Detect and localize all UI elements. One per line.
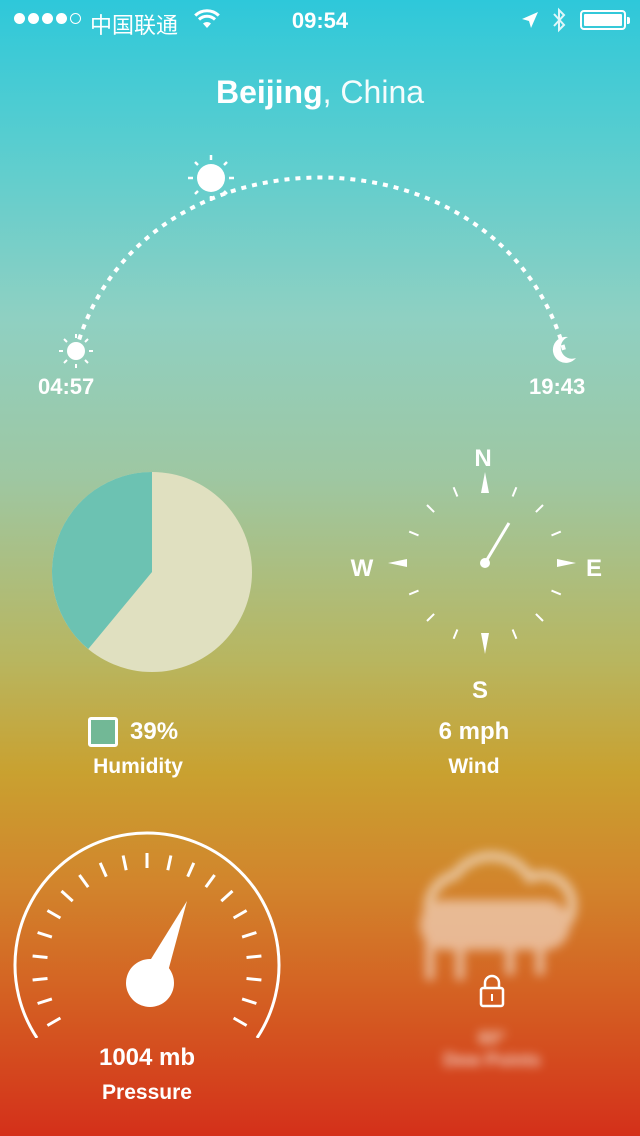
compass-tick — [551, 589, 562, 596]
wind-value: 6 mph — [438, 718, 510, 745]
pressure-label: Pressure — [102, 1081, 192, 1104]
compass-tick — [452, 486, 459, 497]
compass-dial — [388, 472, 576, 654]
gauge-tick — [37, 997, 53, 1005]
humidity-label: Humidity — [93, 755, 183, 778]
dew-point-value: 60° — [478, 1028, 506, 1048]
sun-icon — [188, 155, 234, 201]
wind-label: Wind — [448, 755, 500, 778]
compass-west-marker — [388, 559, 407, 567]
lock-icon — [479, 974, 505, 1008]
wind-direction-needle — [483, 522, 511, 564]
gauge-tick — [232, 909, 248, 920]
gauge-tick — [246, 977, 262, 982]
location-separator: , — [322, 74, 341, 110]
pressure-gauge — [13, 831, 281, 1038]
gauge-tick — [204, 874, 216, 888]
gauge-tick — [241, 931, 257, 939]
compass-label-w: W — [351, 555, 374, 582]
gauge-tick — [232, 1016, 248, 1027]
compass-tick — [535, 504, 544, 513]
battery-icon — [580, 10, 630, 30]
compass-tick — [551, 530, 562, 537]
compass-tick — [511, 486, 518, 497]
gauge-tick — [32, 954, 48, 959]
city-name: Beijing — [215, 74, 323, 110]
cloud-rain-icon — [420, 851, 578, 980]
sun-path-line — [74, 175, 566, 351]
gauge-tick — [46, 909, 62, 920]
compass-center — [480, 558, 490, 568]
gauge-tick — [46, 1016, 62, 1027]
gauge-tick — [121, 855, 128, 871]
gauge-tick — [32, 977, 48, 982]
gauge-tick — [241, 997, 257, 1005]
bluetooth-icon — [552, 7, 566, 39]
sun-arc — [59, 155, 576, 368]
compass-tick — [452, 629, 459, 640]
humidity-pie-chart — [52, 472, 252, 672]
gauge-tick — [166, 855, 173, 871]
humidity-legend-swatch — [88, 717, 118, 747]
sunset-time: 19:43 — [529, 374, 586, 399]
gauge-tick — [78, 874, 90, 888]
gauge-tick — [60, 889, 74, 903]
compass-tick — [535, 613, 544, 622]
compass-tick — [426, 504, 435, 513]
sunrise-time: 04:57 — [38, 374, 95, 399]
gauge-tick — [186, 862, 196, 878]
compass-north-marker — [481, 472, 489, 493]
gauge-tick — [37, 931, 53, 939]
gauge-tick — [246, 954, 262, 959]
dew-point-label: Dew Points — [443, 1050, 541, 1070]
compass-label-n: N — [474, 445, 491, 472]
country-name: China — [340, 74, 425, 110]
gauge-hub — [126, 959, 174, 1007]
status-time: 09:54 — [291, 8, 349, 33]
gauge-tick — [220, 889, 234, 903]
compass-tick — [408, 530, 419, 537]
compass-tick — [511, 629, 518, 640]
gauge-tick — [98, 862, 108, 878]
compass-label-s: S — [472, 677, 488, 704]
status-bar: 中国联通 09:54 — [0, 0, 640, 40]
compass-tick — [408, 589, 419, 596]
sunrise-icon — [59, 334, 93, 368]
moon-icon — [552, 336, 576, 363]
wind-compass: N S W E — [351, 445, 602, 704]
location-title: Beijing, China — [0, 74, 640, 111]
dew-point-widget[interactable]: 60° Dew Points — [392, 840, 592, 1070]
compass-tick — [426, 613, 435, 622]
compass-east-marker — [557, 559, 576, 567]
location-arrow-icon — [520, 10, 540, 36]
compass-label-e: E — [586, 555, 602, 582]
pressure-value: 1004 mb — [98, 1044, 196, 1071]
compass-south-marker — [481, 633, 489, 654]
humidity-value: 39% — [130, 718, 179, 745]
